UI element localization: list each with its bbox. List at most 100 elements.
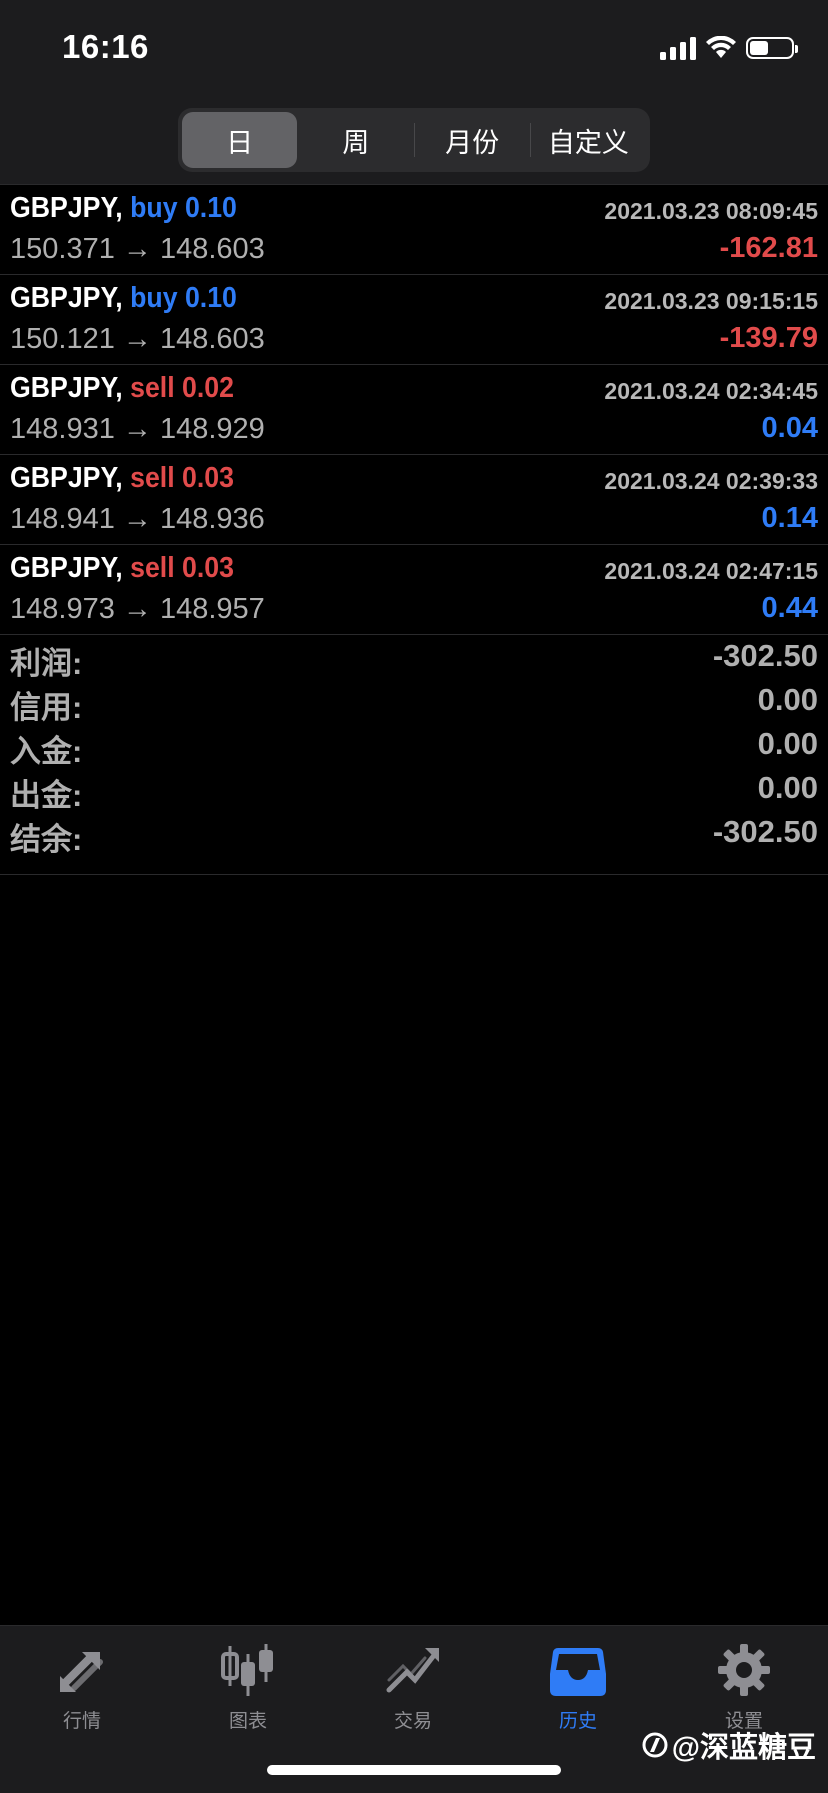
trade-title: GBPJPY, sell 0.03 [10, 552, 234, 585]
trade-symbol: GBPJPY, [10, 552, 123, 584]
status-icons [660, 36, 798, 60]
summary-label: 入金: [10, 734, 83, 769]
tab-trade[interactable]: 交易 [353, 1640, 473, 1733]
arrow-right-icon: → [122, 593, 152, 625]
trade-time: 2021.03.23 09:15:15 [604, 288, 818, 314]
trade-profit: 0.44 [761, 592, 818, 624]
trade-volume: 0.03 [182, 552, 234, 584]
trade-symbol: GBPJPY, [10, 372, 123, 404]
summary-value: 0.00 [757, 726, 818, 761]
trade-side: sell [130, 552, 175, 584]
trade-time: 2021.03.24 02:47:15 [604, 558, 818, 584]
trade-close-price: 148.603 [159, 233, 265, 265]
status-time: 16:16 [62, 28, 149, 65]
trade-profit: 0.14 [761, 502, 818, 534]
trade-time: 2021.03.24 02:39:33 [604, 468, 818, 494]
trade-row[interactable]: GBPJPY, sell 0.03 2021.03.24 02:39:33 14… [0, 455, 828, 545]
trade-prices: 150.371 → 148.603 [10, 233, 265, 266]
trade-close-price: 148.957 [159, 593, 265, 625]
arrow-right-icon: → [122, 323, 152, 355]
history-inbox-icon [550, 1648, 606, 1696]
arrow-right-icon: → [122, 503, 152, 535]
summary-label: 信用: [10, 690, 83, 725]
trade-row[interactable]: GBPJPY, buy 0.10 2021.03.23 09:15:15 150… [0, 275, 828, 365]
trade-side: buy [130, 192, 178, 224]
trade-history-list: GBPJPY, buy 0.10 2021.03.23 08:09:45 150… [0, 184, 828, 635]
trade-side: buy [130, 282, 178, 314]
trade-volume: 0.10 [184, 192, 237, 224]
trade-time: 2021.03.23 08:09:45 [604, 198, 818, 224]
trade-prices: 150.121 → 148.603 [10, 323, 265, 356]
trade-chart-icon [386, 1648, 439, 1693]
trade-symbol: GBPJPY, [10, 462, 123, 494]
trade-open-price: 148.941 [10, 503, 115, 535]
segment-day[interactable]: 日 [182, 112, 298, 168]
arrow-right-icon: → [122, 413, 152, 445]
trade-symbol: GBPJPY, [10, 192, 123, 224]
trade-open-price: 148.931 [10, 413, 115, 445]
trade-time: 2021.03.24 02:34:45 [604, 378, 818, 404]
trade-volume: 0.10 [184, 282, 237, 314]
summary-value: 0.00 [757, 770, 818, 805]
trade-open-price: 150.371 [10, 233, 115, 265]
tab-label: 图表 [228, 1711, 267, 1732]
segment-custom[interactable]: 自定义 [531, 112, 646, 168]
trade-title: GBPJPY, sell 0.03 [10, 462, 234, 495]
quotes-arrows-icon [60, 1652, 103, 1692]
candlestick-chart-icon [221, 1644, 273, 1696]
summary-row-deposit: 入金: 0.00 [0, 722, 828, 769]
tab-quotes[interactable]: 行情 [22, 1640, 142, 1733]
trade-close-price: 148.936 [159, 503, 265, 535]
tab-history[interactable]: 历史 [518, 1640, 638, 1733]
trade-profit: 0.04 [761, 412, 818, 444]
cellular-signal-icon [660, 36, 696, 60]
wifi-icon [706, 36, 736, 58]
trade-prices: 148.931 → 148.929 [10, 413, 265, 446]
period-segmented-control: 日 周 月份 自定义 [178, 108, 650, 172]
trade-title: GBPJPY, buy 0.10 [10, 282, 237, 315]
summary-label: 出金: [10, 778, 83, 813]
tab-label: 历史 [558, 1711, 597, 1732]
trade-prices: 148.973 → 148.957 [10, 593, 265, 626]
trade-close-price: 148.929 [159, 413, 265, 445]
trade-prices: 148.941 → 148.936 [10, 503, 265, 536]
gear-icon [718, 1644, 770, 1696]
trade-title: GBPJPY, sell 0.02 [10, 372, 234, 405]
watermark: @深蓝糖豆 [642, 1724, 816, 1766]
trade-row[interactable]: GBPJPY, buy 0.10 2021.03.23 08:09:45 150… [0, 184, 828, 275]
summary-row-profit: 利润: -302.50 [0, 634, 828, 681]
trade-profit: -162.81 [719, 232, 818, 264]
trade-row[interactable]: GBPJPY, sell 0.02 2021.03.24 02:34:45 14… [0, 365, 828, 455]
summary-value: -302.50 [712, 638, 818, 673]
home-indicator [267, 1765, 561, 1775]
trade-volume: 0.03 [182, 462, 234, 494]
summary-row-withdrawal: 出金: 0.00 [0, 766, 828, 813]
trade-symbol: GBPJPY, [10, 282, 123, 314]
segment-month[interactable]: 月份 [415, 112, 530, 168]
trade-side: sell [130, 462, 175, 494]
summary-label: 结余: [10, 822, 83, 857]
summary-label: 利润: [10, 646, 83, 681]
tab-charts[interactable]: 图表 [188, 1640, 308, 1733]
summary-row-balance: 结余: -302.50 [0, 810, 828, 857]
summary-value: 0.00 [757, 682, 818, 717]
trade-close-price: 148.603 [159, 323, 265, 355]
trade-row[interactable]: GBPJPY, sell 0.03 2021.03.24 02:47:15 14… [0, 545, 828, 635]
trade-open-price: 150.121 [10, 323, 115, 355]
watermark-text: @深蓝糖豆 [671, 1732, 816, 1764]
summary-value: -302.50 [712, 814, 818, 849]
arrow-right-icon: → [122, 233, 152, 265]
watermark-logo-icon [642, 1732, 668, 1758]
trade-title: GBPJPY, buy 0.10 [10, 192, 237, 225]
trade-volume: 0.02 [182, 372, 234, 404]
trade-side: sell [130, 372, 175, 404]
trade-open-price: 148.973 [10, 593, 115, 625]
tab-settings[interactable]: 设置 [684, 1640, 804, 1733]
tab-label: 行情 [62, 1711, 101, 1732]
tab-label: 交易 [393, 1711, 432, 1732]
battery-icon [746, 37, 798, 59]
trade-profit: -139.79 [719, 322, 818, 354]
summary-row-credit: 信用: 0.00 [0, 678, 828, 725]
segment-week[interactable]: 周 [298, 112, 413, 168]
header: 16:16 日 周 月份 自定义 [0, 0, 828, 184]
